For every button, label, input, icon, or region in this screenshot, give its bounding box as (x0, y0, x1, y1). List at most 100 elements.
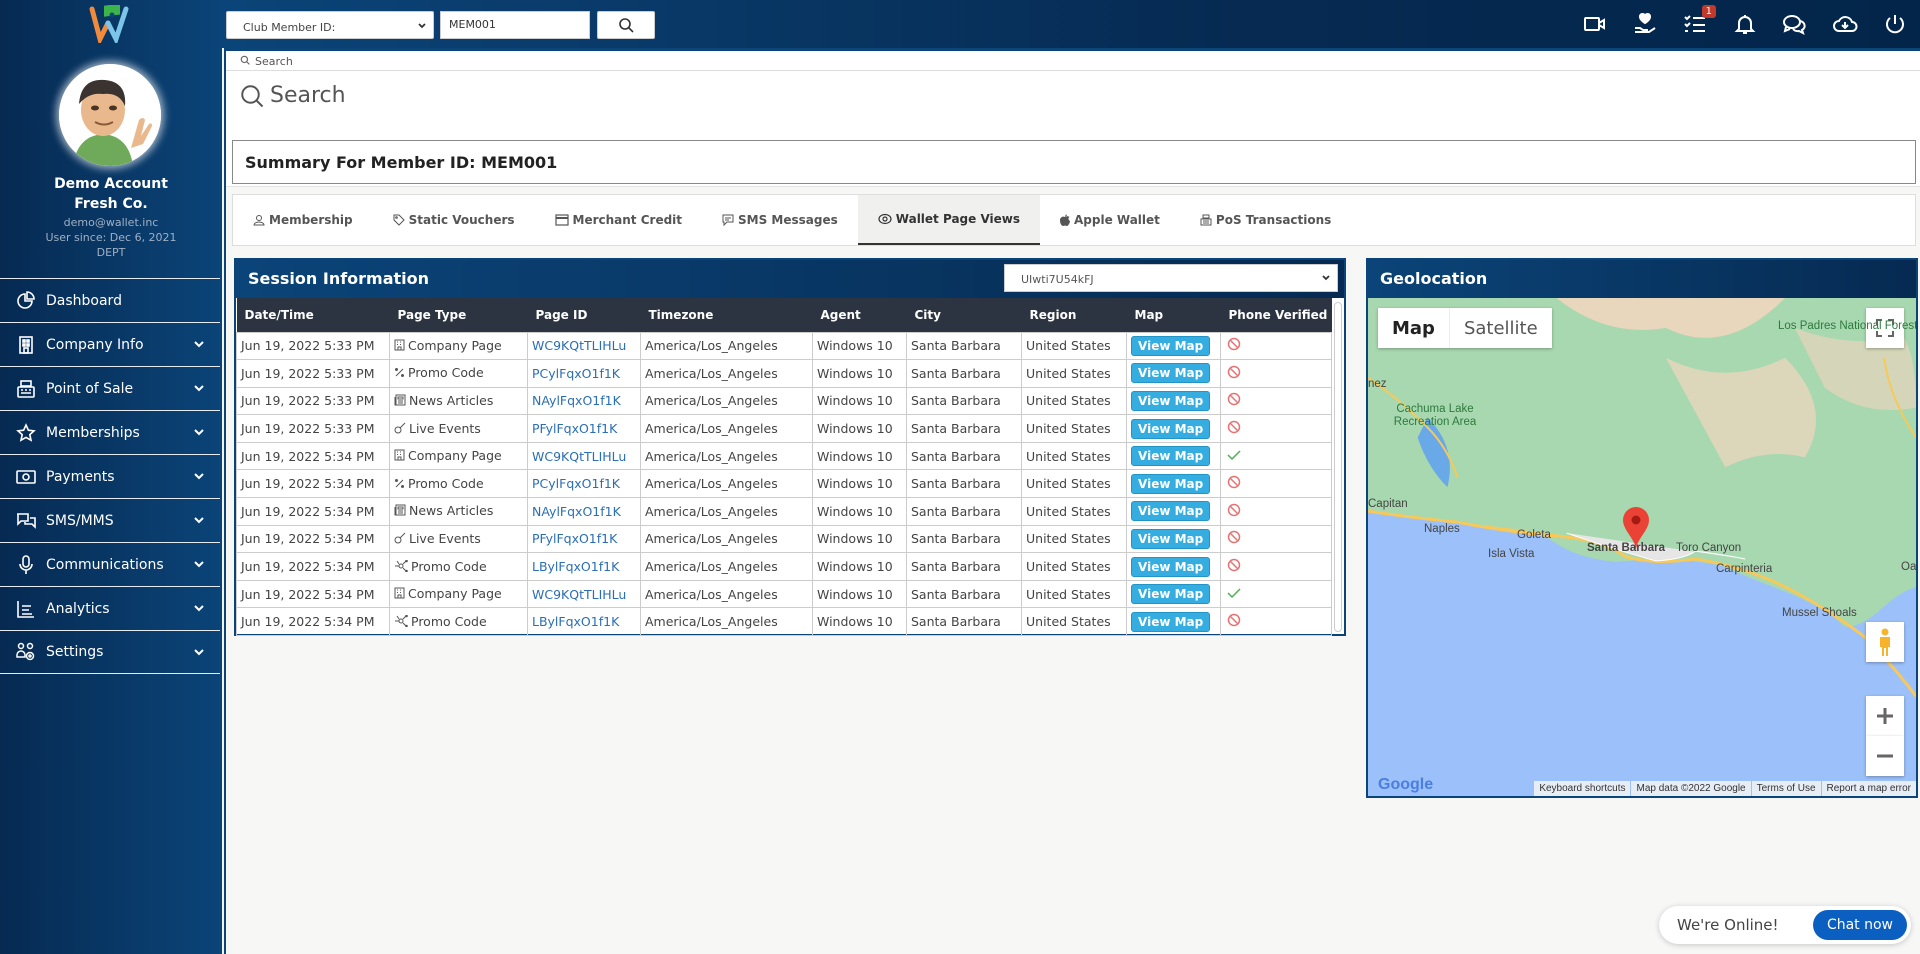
donate-button[interactable] (1630, 9, 1660, 39)
view-map-button[interactable]: View Map (1131, 501, 1211, 522)
view-map-button[interactable]: View Map (1131, 446, 1211, 467)
cell-agent: Windows 10 (812, 524, 907, 554)
search-button[interactable] (597, 11, 655, 39)
table-row: Jun 19, 2022 5:34 PM Company Page WC9KQtTL… (236, 441, 1332, 471)
view-map-button[interactable]: View Map (1131, 584, 1211, 605)
cell-page-id-link[interactable]: PCylFqxO1f1K (527, 359, 641, 388)
sidebar-item-company-info[interactable]: Company Info (0, 322, 220, 366)
table-scrollbar[interactable] (1334, 302, 1342, 632)
cell-city: Santa Barbara (906, 331, 1022, 361)
zoom-in-button[interactable] (1866, 696, 1904, 736)
tab-wallet-page-views[interactable]: Wallet Page Views (857, 195, 1040, 245)
cell-page-id-link[interactable]: PFylFqxO1f1K (527, 414, 641, 443)
sidebar-item-settings[interactable]: Settings (0, 630, 220, 674)
cell-page-type: Company Page (389, 441, 528, 471)
chat-status: We're Online! (1677, 916, 1779, 934)
sidebar-nav: Dashboard Company Info Point of Sale Mem… (0, 278, 220, 674)
sidebar-item-communications[interactable]: Communications (0, 542, 220, 586)
microphone-icon (16, 554, 36, 575)
guitar-icon (394, 532, 406, 547)
map-marker-icon[interactable] (1621, 507, 1651, 551)
cell-agent: Windows 10 (812, 552, 907, 581)
cell-region: United States (1021, 359, 1127, 388)
cell-page-id-link[interactable]: PCylFqxO1f1K (527, 469, 641, 499)
cell-city: Santa Barbara (906, 386, 1022, 416)
cell-city: Santa Barbara (906, 579, 1022, 609)
profile-name: Demo Account (54, 176, 168, 192)
tab-pos-transactions[interactable]: PoS Transactions (1180, 195, 1351, 245)
cell-map: View Map (1126, 524, 1221, 554)
cell-page-id-link[interactable]: WC9KQtTLIHLu (527, 441, 641, 471)
session-select[interactable]: UIwti7U54kFJ (1004, 264, 1338, 292)
message-icon (722, 214, 734, 226)
map-data-text: Map data ©2022 Google (1631, 781, 1751, 796)
view-map-button[interactable]: View Map (1131, 528, 1211, 549)
cell-timezone: America/Los_Angeles (640, 331, 813, 361)
cell-page-id-link[interactable]: LBylFqxO1f1K (527, 552, 641, 581)
tab-membership[interactable]: Membership (233, 195, 373, 245)
chat-now-button[interactable]: Chat now (1812, 910, 1907, 940)
map-type-control: Map Satellite (1378, 308, 1552, 348)
cell-city: Santa Barbara (906, 497, 1022, 526)
sidebar-item-payments[interactable]: Payments (0, 454, 220, 498)
cell-agent: Windows 10 (812, 607, 907, 637)
sidebar-item-analytics[interactable]: Analytics (0, 586, 220, 630)
view-map-button[interactable]: View Map (1131, 418, 1211, 439)
table-row: Jun 19, 2022 5:33 PM Live Events PFylFqxO1… (236, 414, 1332, 443)
credit-card-icon (554, 214, 569, 226)
member-id-input[interactable]: MEM001 (440, 11, 590, 39)
ban-icon (1225, 613, 1241, 630)
logout-button[interactable] (1880, 9, 1910, 39)
chevron-down-icon (1322, 275, 1330, 281)
zoom-out-button[interactable] (1866, 736, 1904, 776)
tasks-button[interactable]: 1 (1680, 5, 1716, 39)
view-map-button[interactable]: View Map (1131, 611, 1211, 632)
cell-agent: Windows 10 (812, 414, 907, 443)
terms-link[interactable]: Terms of Use (1751, 781, 1821, 796)
apple-icon (1060, 214, 1070, 226)
keyboard-shortcuts-link[interactable]: Keyboard shortcuts (1534, 781, 1631, 796)
tab-static-vouchers[interactable]: Static Vouchers (373, 195, 535, 245)
tab-sms-messages[interactable]: SMS Messages (702, 195, 858, 245)
download-button[interactable] (1830, 9, 1860, 39)
avatar[interactable] (59, 64, 161, 166)
cell-page-id-link[interactable]: WC9KQtTLIHLu (527, 579, 641, 609)
cell-page-id-link[interactable]: NAylFqxO1f1K (527, 386, 641, 416)
cell-map: View Map (1126, 607, 1221, 637)
cell-page-id-link[interactable]: PFylFqxO1f1K (527, 524, 641, 554)
cell-page-id-link[interactable]: WC9KQtTLIHLu (527, 331, 641, 361)
network-icon (394, 559, 408, 575)
sidebar-item-dashboard[interactable]: Dashboard (0, 278, 220, 322)
map-type-map[interactable]: Map (1378, 308, 1449, 348)
network-icon (394, 614, 408, 630)
messages-button[interactable] (1780, 9, 1810, 39)
street-view-pegman[interactable] (1866, 622, 1904, 662)
page-type-label: Promo Code (408, 365, 484, 381)
cell-datetime: Jun 19, 2022 5:33 PM (236, 331, 390, 361)
sidebar-item-sms-mms[interactable]: SMS/MMS (0, 498, 220, 542)
notifications-button[interactable] (1730, 9, 1760, 39)
map-view[interactable]: Map Satellite Los Padres National Forest… (1368, 298, 1916, 796)
view-map-button[interactable]: View Map (1131, 335, 1211, 356)
map-label: Carpinteria (1716, 563, 1773, 575)
sidebar-item-point-of-sale[interactable]: Point of Sale (0, 366, 220, 410)
map-type-satellite[interactable]: Satellite (1448, 308, 1552, 348)
sidebar-item-label: Point of Sale (46, 380, 134, 397)
view-map-button[interactable]: View Map (1131, 390, 1211, 411)
cell-page-id-link[interactable]: NAylFqxO1f1K (527, 497, 641, 526)
cell-page-id-link[interactable]: LBylFqxO1f1K (527, 607, 641, 637)
view-map-button[interactable]: View Map (1131, 473, 1211, 494)
sidebar-item-memberships[interactable]: Memberships (0, 410, 220, 454)
app-logo[interactable] (88, 3, 132, 47)
report-error-link[interactable]: Report a map error (1821, 781, 1916, 796)
search-type-select[interactable]: Club Member ID: (226, 11, 434, 39)
cell-agent: Windows 10 (812, 469, 907, 499)
view-map-button[interactable]: View Map (1131, 556, 1211, 577)
video-button[interactable] (1580, 9, 1610, 39)
percent-icon (394, 477, 405, 492)
tab-apple-wallet[interactable]: Apple Wallet (1040, 195, 1180, 245)
cell-datetime: Jun 19, 2022 5:34 PM (236, 441, 390, 471)
view-map-button[interactable]: View Map (1131, 363, 1211, 384)
chevron-down-icon (418, 23, 426, 29)
tab-merchant-credit[interactable]: Merchant Credit (535, 195, 703, 245)
